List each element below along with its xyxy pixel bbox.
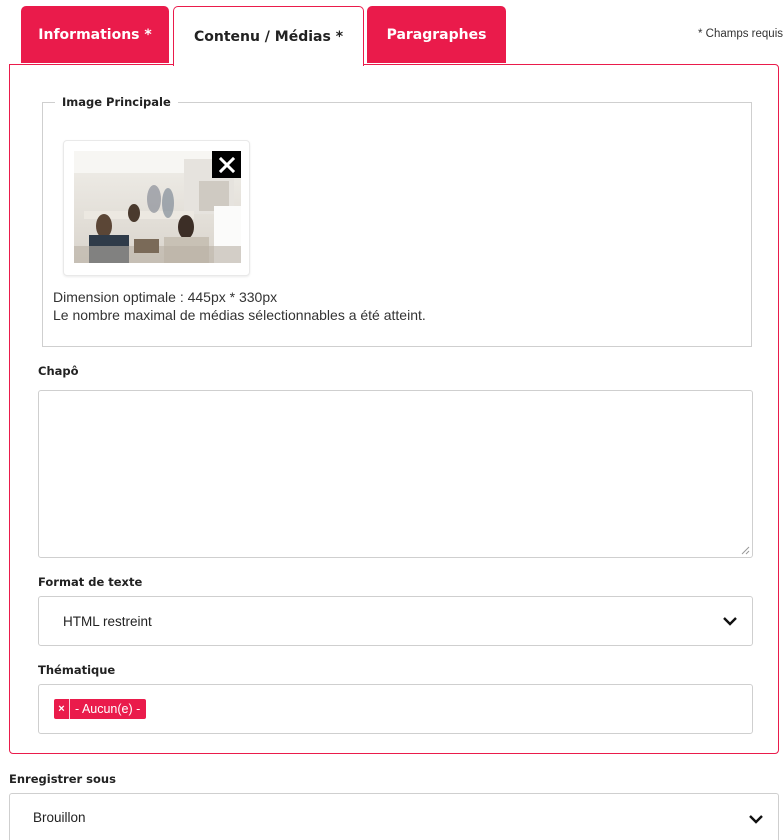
dimension-hint: Dimension optimale : 445px * 330px xyxy=(53,289,278,305)
thematique-tag-input[interactable]: × - Aucun(e) - xyxy=(38,684,753,734)
chapo-textarea[interactable] xyxy=(38,390,753,558)
format-selected-value: HTML restreint xyxy=(63,614,152,629)
tab-paragraphes-label: Paragraphes xyxy=(386,26,487,43)
media-limit-message: Le nombre maximal de médias sélectionnab… xyxy=(53,307,426,323)
chevron-down-icon xyxy=(723,617,737,626)
image-principale-legend: Image Principale xyxy=(55,95,178,109)
tag-remove-button[interactable]: × xyxy=(54,699,70,719)
format-select[interactable]: HTML restreint xyxy=(38,596,753,646)
enregistrer-label: Enregistrer sous xyxy=(9,772,116,786)
tab-contenu-medias-label: Contenu / Médias * xyxy=(193,28,344,45)
tab-informations-label: Informations * xyxy=(38,26,152,43)
close-icon xyxy=(218,156,235,173)
required-fields-note: * Champs requis xyxy=(697,28,783,40)
chevron-down-icon xyxy=(749,815,763,824)
enregistrer-select[interactable]: Brouillon xyxy=(9,793,779,840)
remove-media-button[interactable] xyxy=(212,151,241,178)
format-label: Format de texte xyxy=(38,575,143,589)
thematique-label: Thématique xyxy=(38,663,116,677)
tab-paragraphes[interactable]: Paragraphes xyxy=(367,6,506,63)
thematique-tag: × - Aucun(e) - xyxy=(54,699,147,719)
tab-informations[interactable]: Informations * xyxy=(21,6,169,63)
resize-grip-icon[interactable] xyxy=(741,546,750,555)
tag-label: - Aucun(e) - xyxy=(75,702,141,716)
enregistrer-selected-value: Brouillon xyxy=(33,810,86,825)
tab-contenu-medias[interactable]: Contenu / Médias * xyxy=(173,6,364,66)
chapo-label: Chapô xyxy=(38,364,79,378)
